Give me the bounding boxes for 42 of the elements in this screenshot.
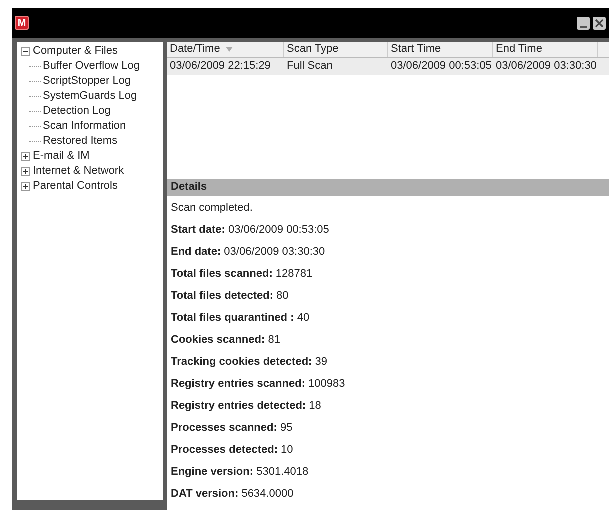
expand-icon[interactable] [21,152,30,161]
table-cell-text: 03/06/2009 00:53:05 [390,59,493,74]
tree-item[interactable]: ScriptStopper Log [41,73,132,90]
detail-line: Engine version: 5301.4018 [171,465,310,480]
expand-icon[interactable] [21,182,30,191]
tree-item[interactable]: Restored Items [41,133,118,150]
tree-item[interactable]: Parental Controls [33,178,118,195]
detail-line: Registry entries scanned: 100983 [171,377,346,392]
detail-line: DAT version: 5634.0000 [171,487,295,502]
detail-line: Cookies scanned: 81 [171,333,282,348]
tree-item[interactable]: E-mail & IM [33,148,90,165]
app-logo: M [15,16,29,30]
detail-line: Total files scanned: 128781 [171,267,314,282]
detail-line: End date: 03/06/2009 03:30:30 [171,245,326,260]
details-header: Details [167,179,609,196]
detail-line: Total files quarantined : 40 [171,311,311,326]
detail-line: Processes detected: 10 [171,443,294,458]
detail-line: Total files detected: 80 [171,289,290,304]
detail-line: Scan completed. [171,201,254,216]
minimize-button[interactable] [577,16,590,30]
column-header[interactable]: Date/Time [167,42,284,57]
collapse-icon[interactable] [21,47,30,56]
column-header[interactable]: Start Time [388,42,493,57]
table-cell-text: 03/06/2009 03:30:30 [495,59,598,74]
detail-line: Processes scanned: 95 [171,421,294,436]
column-header[interactable]: End Time [493,42,598,57]
table-cell-text: Full Scan [286,59,334,74]
expand-icon[interactable] [21,167,30,176]
tree-item[interactable]: Detection Log [41,103,111,120]
sort-arrow-icon [226,47,234,52]
detail-line: Registry entries detected: 18 [171,399,322,414]
detail-line: Start date: 03/06/2009 00:53:05 [171,223,330,238]
detail-line: Tracking cookies detected: 39 [171,355,329,370]
tree-item[interactable]: Internet & Network [33,163,124,180]
tree-item[interactable]: SystemGuards Log [41,88,138,105]
column-header[interactable]: Scan Type [284,42,388,57]
tree-item[interactable]: Scan Information [41,118,126,135]
close-button[interactable] [593,16,606,30]
tree-item[interactable]: Buffer Overflow Log [41,58,140,75]
table-row[interactable]: 03/06/2009 22:15:29 Full Scan 03/06/2009 00:53:05 03/06/2009 03:30:30 [167,58,609,75]
tree-item[interactable]: Computer & Files [33,43,118,60]
table-cell-text: 03/06/2009 22:15:29 [169,59,272,74]
